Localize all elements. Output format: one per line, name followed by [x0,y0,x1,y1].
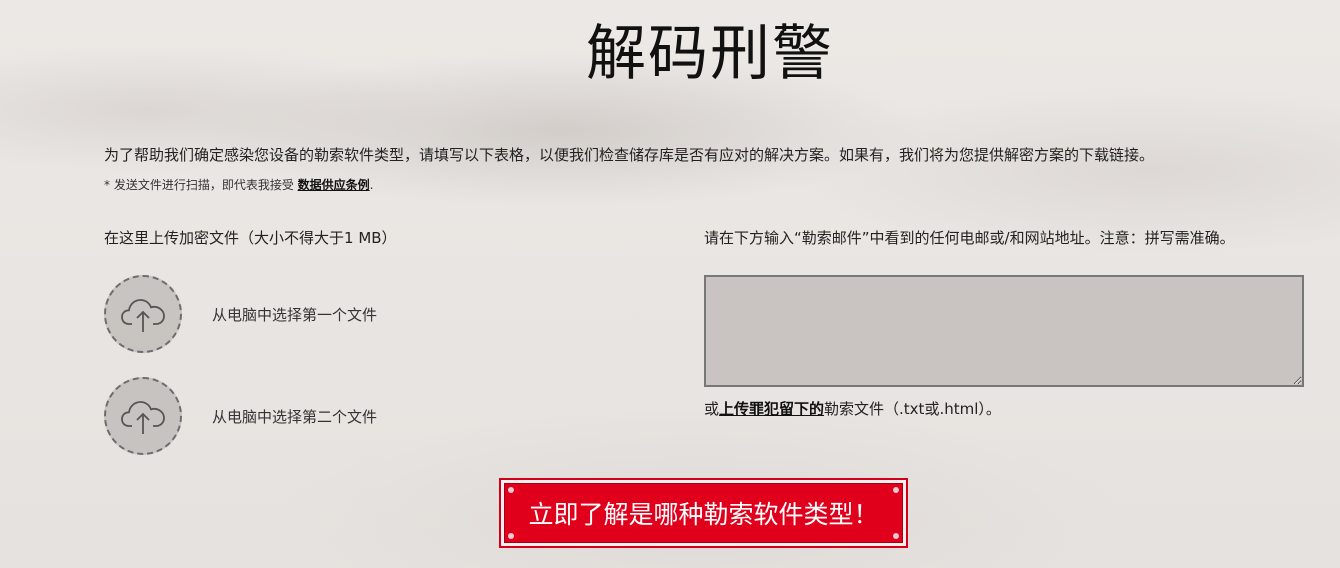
cloud-upload-icon [121,299,165,332]
corner-dot [893,487,899,493]
email-field-label: 请在下方输入“勒索邮件”中看到的任何电邮或/和网站地址。注意：拼写需准确。 [704,229,1235,247]
file-1-label[interactable]: 从电脑中选择第一个文件 [212,304,377,325]
submit-button-label: 立即了解是哪种勒索软件类型！ [528,500,879,529]
terms-note-suffix: . [369,178,374,192]
upload-ransom-note-link[interactable]: 上传罪犯留下的 [719,400,824,418]
submit-button[interactable]: 立即了解是哪种勒索软件类型！ [504,483,903,543]
page-title: 解码刑警 [586,19,834,89]
data-policy-link[interactable]: 数据供应条例 [298,178,370,192]
cloud-upload-icon [121,401,165,434]
upload-circle-1[interactable] [104,275,182,353]
file-upload-2[interactable]: 从电脑中选择第二个文件 [104,377,377,455]
upload-label: 在这里上传加密文件（大小不得大于1 MB） [104,229,397,247]
alt-prefix: 或 [704,400,720,418]
upload-circle-2[interactable] [104,377,182,455]
corner-dot [508,533,514,539]
ransom-note-upload-text: 或上传罪犯留下的勒索文件（.txt或.html）。 [704,398,1001,420]
corner-dot [508,487,514,493]
page: 解码刑警 为了帮助我们确定感染您设备的勒索软件类型，请填写以下表格，以便我们检查… [0,0,1340,568]
terms-note-prefix: * 发送文件进行扫描，即代表我接受 [104,178,298,192]
submit-frame: 立即了解是哪种勒索软件类型！ [499,478,908,548]
intro-text: 为了帮助我们确定感染您设备的勒索软件类型，请填写以下表格，以便我们检查储存库是否… [104,146,1155,164]
terms-note: * 发送文件进行扫描，即代表我接受 数据供应条例. [104,176,373,194]
file-upload-1[interactable]: 从电脑中选择第一个文件 [104,275,377,353]
email-url-textarea[interactable] [704,275,1304,387]
corner-dot [893,533,899,539]
alt-suffix: 勒索文件（.txt或.html）。 [824,400,1001,418]
file-2-label[interactable]: 从电脑中选择第二个文件 [212,406,377,427]
